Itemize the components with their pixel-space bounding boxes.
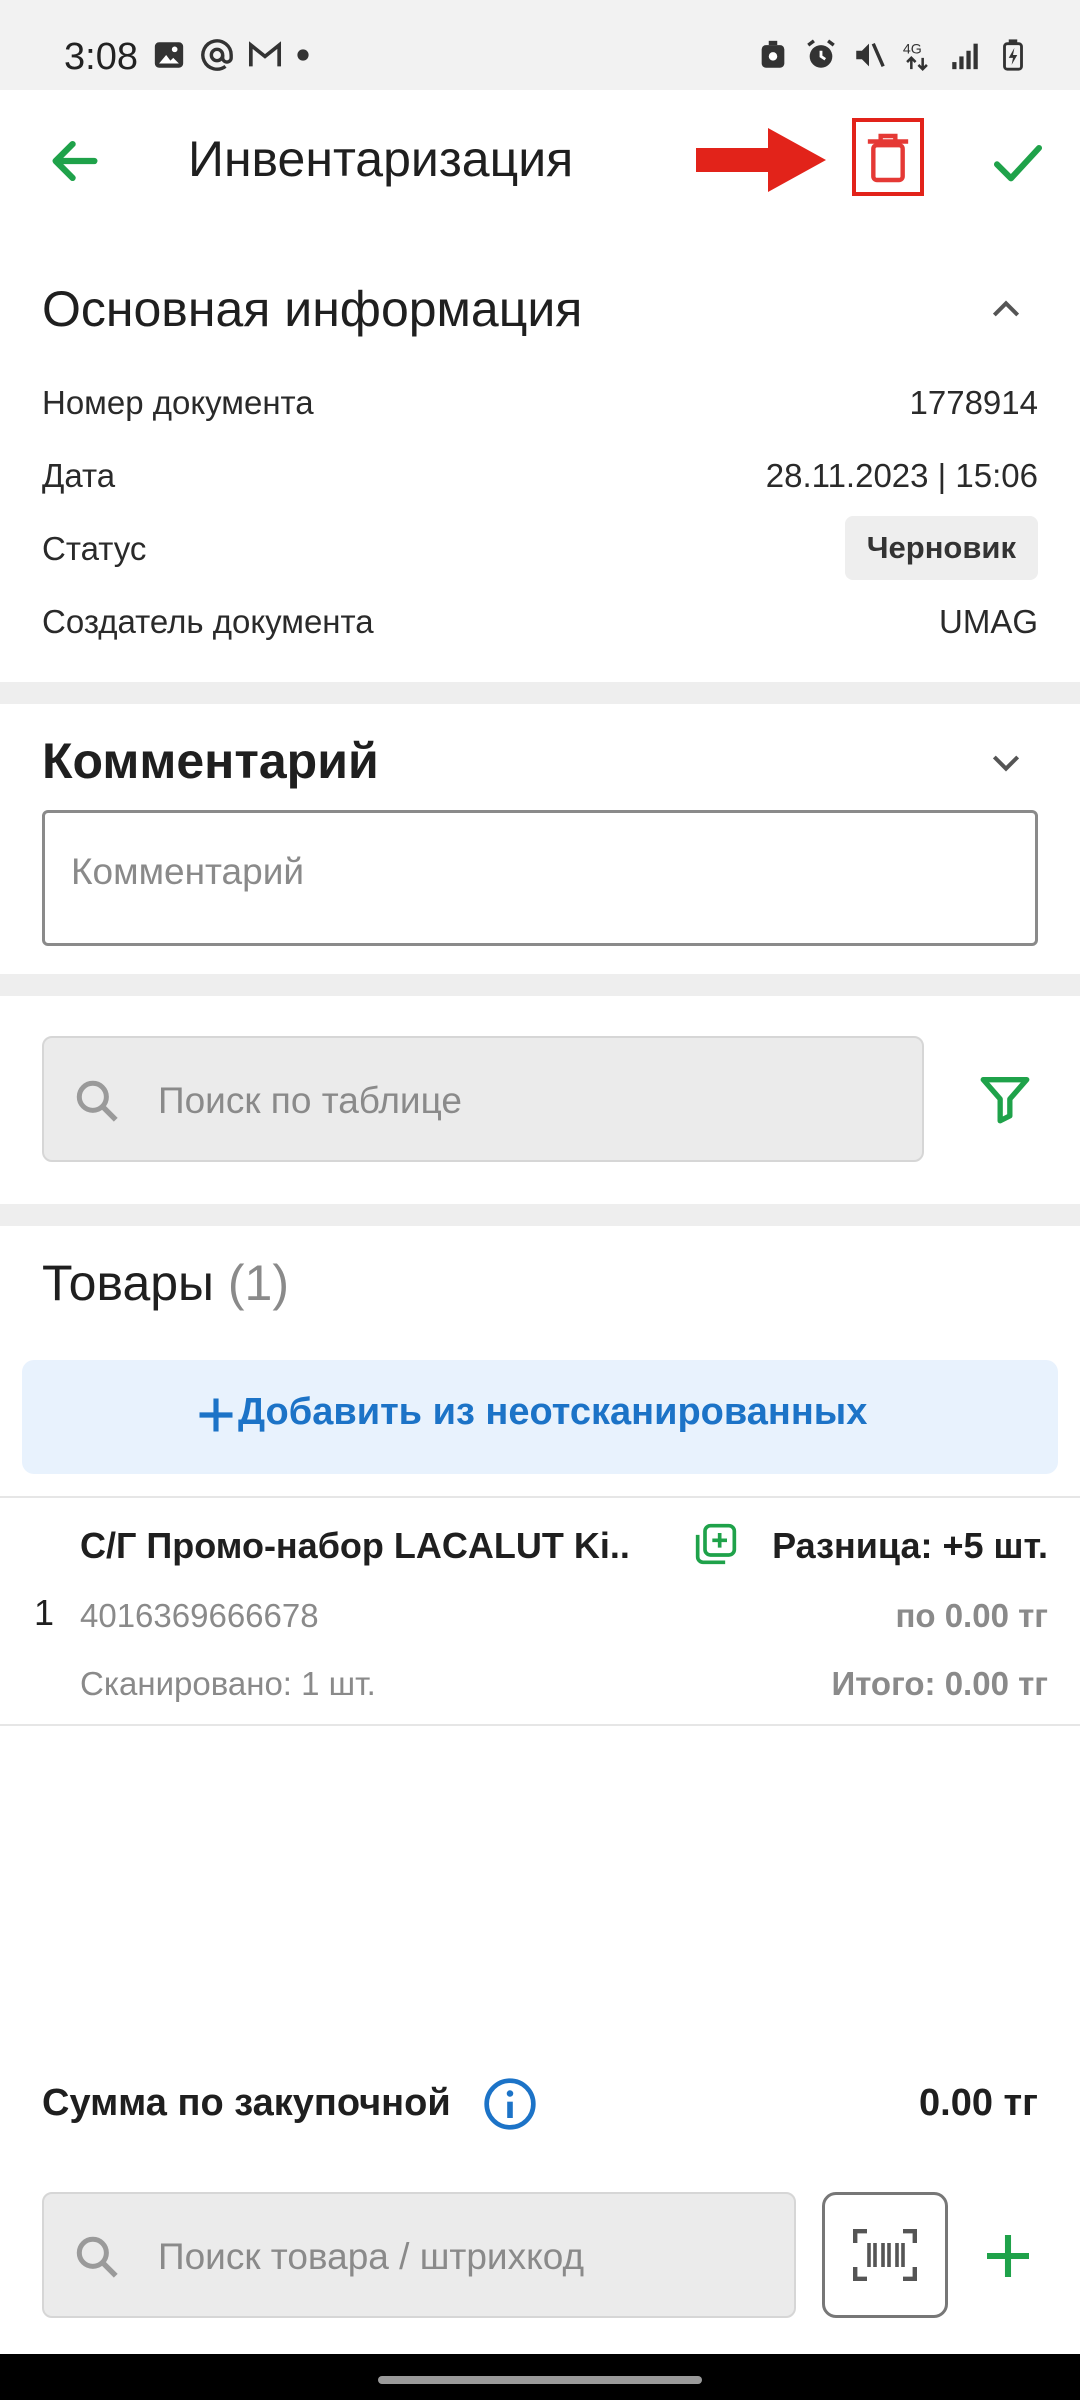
back-arrow-icon[interactable] xyxy=(46,132,104,190)
add-product-icon[interactable] xyxy=(980,2228,1036,2284)
comment-field[interactable]: Комментарий xyxy=(42,810,1038,946)
date-value: 28.11.2023 | 15:06 xyxy=(765,457,1038,494)
item-difference: Разница: +5 шт. xyxy=(772,1525,1048,1566)
item-scanned: Сканировано: 1 шт. xyxy=(80,1665,376,1702)
comment-title: Комментарий xyxy=(42,733,379,789)
gallery-icon xyxy=(154,42,184,68)
status-right-icons: 4G xyxy=(756,38,1030,72)
filter-icon[interactable] xyxy=(976,1070,1034,1128)
goods-count: (1) xyxy=(227,1255,290,1311)
purchase-sum-label: Сумма по закупочной xyxy=(42,2082,451,2124)
add-from-unscanned-label: Добавить из неотсканированных xyxy=(238,1391,868,1433)
doc-number-label: Номер документа xyxy=(42,384,314,421)
doc-number-value: 1778914 xyxy=(909,384,1038,421)
purchase-sum-value: 0.00 тг xyxy=(919,2082,1038,2124)
product-search-placeholder: Поиск товара / штрихкод xyxy=(158,2236,585,2277)
battery-saver-icon xyxy=(761,40,785,68)
section-divider xyxy=(0,682,1080,704)
at-sign-icon xyxy=(201,39,233,71)
creator-value: UMAG xyxy=(939,603,1038,640)
item-name: С/Г Промо-набор LACALUT Ki.. xyxy=(80,1525,630,1566)
section-divider xyxy=(0,974,1080,996)
barcode-scanner-icon xyxy=(853,2229,917,2281)
status-label: Статус xyxy=(42,530,147,567)
network-4g-icon: 4G xyxy=(903,42,928,71)
annotation-arrow-icon xyxy=(696,128,826,192)
plus-icon xyxy=(199,1398,233,1432)
goods-title-text: Товары xyxy=(42,1255,214,1311)
main-info-title: Основная информация xyxy=(42,281,583,337)
product-search-input[interactable]: Поиск товара / штрихкод xyxy=(42,2192,796,2318)
svg-text:4G: 4G xyxy=(903,42,922,58)
mute-icon xyxy=(856,42,885,68)
table-search-input[interactable]: Поиск по таблице xyxy=(42,1036,924,1162)
mail-icon xyxy=(248,41,282,67)
table-search-placeholder: Поиск по таблице xyxy=(158,1080,462,1121)
list-divider xyxy=(0,1724,1080,1726)
info-icon[interactable] xyxy=(482,2076,538,2132)
status-badge: Черновик xyxy=(844,516,1038,580)
row-index: 1 xyxy=(34,1592,55,1633)
status-time: 3:08 xyxy=(64,36,138,78)
delete-button[interactable] xyxy=(852,118,924,196)
search-icon xyxy=(76,1080,118,1122)
section-divider xyxy=(0,1204,1080,1226)
battery-charging-icon xyxy=(1003,39,1023,71)
status-left-icons xyxy=(152,38,310,72)
date-label: Дата xyxy=(42,457,116,494)
barcode-scan-button[interactable] xyxy=(822,2192,948,2318)
goods-title: Товары (1) xyxy=(42,1254,289,1312)
alarm-icon xyxy=(807,39,835,68)
page-title: Инвентаризация xyxy=(188,131,574,187)
creator-label: Создатель документа xyxy=(42,603,374,640)
chevron-up-icon[interactable] xyxy=(984,290,1028,330)
chevron-down-icon[interactable] xyxy=(984,742,1028,782)
trash-icon xyxy=(867,133,909,183)
add-difference-icon xyxy=(695,1523,737,1565)
signal-icon xyxy=(952,43,978,70)
item-barcode: 4016369666678 xyxy=(80,1597,319,1634)
search-icon xyxy=(76,2236,118,2278)
item-price: по 0.00 тг xyxy=(895,1597,1048,1634)
confirm-check-icon[interactable] xyxy=(990,134,1046,190)
home-gesture-pill[interactable] xyxy=(378,2376,702,2384)
item-total: Итого: 0.00 тг xyxy=(831,1665,1048,1702)
comment-placeholder: Комментарий xyxy=(71,851,305,892)
notification-dot-icon xyxy=(297,49,309,61)
